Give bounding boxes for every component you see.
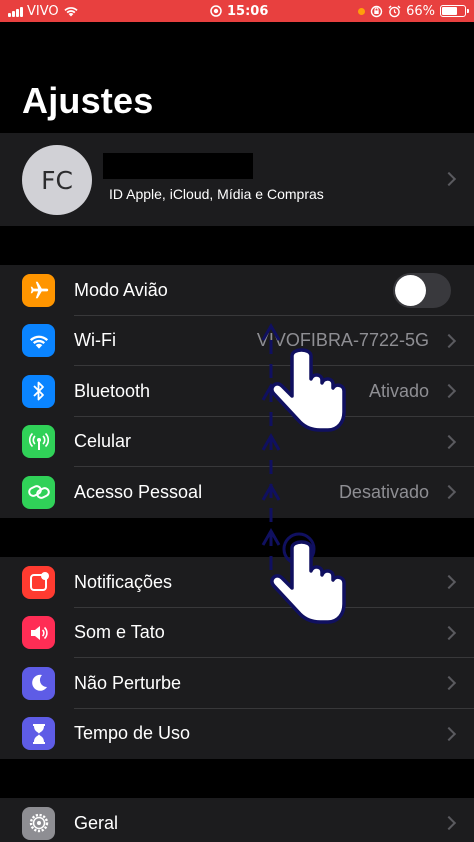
row-label: Bluetooth [74, 380, 151, 401]
chevron-right-icon [441, 384, 457, 399]
chevron-right-icon [441, 575, 457, 590]
notifications-group: Notificações Som e Tato Não Perturbe Tem… [0, 557, 474, 759]
row-value: Ativado [368, 380, 429, 401]
orange-indicator-icon [358, 7, 366, 15]
carrier-label: VIVO [27, 3, 59, 19]
general-group: Geral [0, 798, 474, 842]
chevron-right-icon [441, 625, 457, 640]
settings-row-personal-hotspot[interactable]: Acesso Pessoal Desativado [0, 467, 474, 518]
hourglass-icon [22, 717, 55, 751]
apple-id-profile-row[interactable]: FC ID Apple, iCloud, Mídia e Compras [0, 133, 474, 226]
moon-icon [22, 666, 55, 700]
settings-row-airplane-mode[interactable]: Modo Avião [0, 265, 474, 316]
settings-row-sounds[interactable]: Som e Tato [0, 608, 474, 658]
wifi-icon [22, 324, 55, 358]
settings-row-do-not-disturb[interactable]: Não Perturbe [0, 658, 474, 709]
orientation-lock-icon [370, 5, 383, 17]
antenna-icon [22, 425, 55, 459]
chevron-right-icon [441, 726, 457, 741]
recording-icon [210, 5, 222, 17]
redacted-name [103, 153, 253, 179]
row-label: Tempo de Uso [74, 723, 191, 744]
battery-percent: 66% [406, 3, 435, 19]
settings-row-notifications[interactable]: Notificações [0, 557, 474, 608]
profile-subtitle: ID Apple, iCloud, Mídia e Compras [109, 186, 324, 202]
row-label: Som e Tato [74, 622, 165, 643]
chevron-right-icon [441, 171, 457, 187]
chevron-right-icon [441, 434, 457, 449]
hotspot-icon [22, 475, 55, 509]
speaker-icon [22, 616, 55, 650]
signal-icon [8, 6, 23, 17]
page-title: Ajustes [22, 80, 154, 121]
settings-row-general[interactable]: Geral [0, 798, 474, 842]
battery-icon [440, 5, 469, 17]
chevron-right-icon [441, 676, 457, 691]
chevron-right-icon [441, 333, 457, 348]
airplane-icon [22, 273, 55, 307]
settings-row-cellular[interactable]: Celular [0, 417, 474, 467]
row-label: Acesso Pessoal [74, 481, 203, 502]
chevron-right-icon [441, 816, 457, 831]
row-label: Notificações [74, 571, 173, 592]
notifications-icon [22, 565, 55, 599]
settings-row-screen-time[interactable]: Tempo de Uso [0, 709, 474, 760]
row-label: Não Perturbe [74, 672, 182, 693]
airplane-mode-toggle[interactable] [393, 272, 451, 308]
row-label: Celular [74, 431, 132, 452]
gear-icon [22, 806, 55, 840]
settings-row-bluetooth[interactable]: Bluetooth Ativado [0, 366, 474, 417]
connectivity-group: Modo Avião Wi-Fi VIVOFIBRA-7722-5G Bluet… [0, 265, 474, 518]
row-label: Modo Avião [74, 279, 168, 300]
row-value: Desativado [338, 481, 429, 502]
row-label: Geral [74, 812, 119, 833]
alarm-icon [388, 5, 401, 17]
row-label: Wi-Fi [74, 330, 116, 351]
row-value: VIVOFIBRA-7722-5G [256, 330, 429, 351]
status-time: 15:06 [227, 3, 269, 19]
settings-row-wifi[interactable]: Wi-Fi VIVOFIBRA-7722-5G [0, 316, 474, 366]
wifi-status-icon [64, 7, 78, 17]
status-bar: VIVO 15:06 66% [0, 0, 474, 22]
bluetooth-icon [22, 374, 55, 408]
avatar: FC [22, 145, 92, 215]
chevron-right-icon [441, 485, 457, 500]
